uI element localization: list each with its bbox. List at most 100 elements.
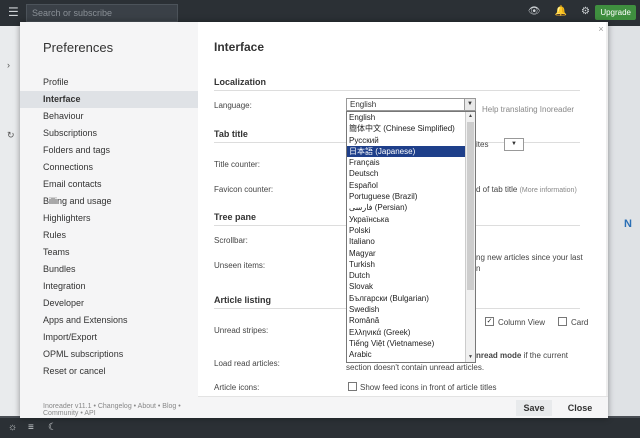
sidebar-title: Preferences: [43, 40, 114, 55]
sun-icon[interactable]: ☼: [8, 422, 17, 433]
chevron-down-icon[interactable]: ▼: [464, 99, 475, 110]
left-strip: › ↻: [0, 26, 20, 416]
section-localization: Localization: [214, 77, 267, 87]
language-option[interactable]: Українська: [347, 214, 475, 225]
help-translating-link[interactable]: Help translating Inoreader: [482, 105, 574, 114]
sidebar-item-profile[interactable]: Profile: [20, 74, 198, 91]
language-label: Language:: [214, 101, 252, 110]
right-strip: N: [608, 26, 640, 416]
sidebar-item-behaviour[interactable]: Behaviour: [20, 108, 198, 125]
sidebar-item-teams[interactable]: Teams: [20, 244, 198, 261]
language-option[interactable]: Български (Bulgarian): [347, 293, 475, 304]
sidebar-item-connections[interactable]: Connections: [20, 159, 198, 176]
language-option[interactable]: Română: [347, 315, 475, 326]
column-view-checkbox[interactable]: ✓: [485, 317, 494, 326]
sidebar-item-reset-or-cancel[interactable]: Reset or cancel: [20, 363, 198, 380]
chevron-right-icon[interactable]: ›: [7, 60, 10, 70]
language-option[interactable]: Русский: [347, 135, 475, 146]
title-counter-select[interactable]: ▼: [504, 138, 524, 151]
language-option[interactable]: Magyar: [347, 248, 475, 259]
moon-icon[interactable]: ☾: [48, 422, 57, 433]
card-checkbox[interactable]: [558, 317, 567, 326]
section-tree-pane: Tree pane: [214, 212, 257, 222]
scroll-down-icon[interactable]: ▼: [466, 353, 475, 362]
article-icons-text: Show feed icons in front of article titl…: [360, 383, 497, 392]
language-option[interactable]: Arabic: [347, 349, 475, 360]
language-options: English 簡体中文 (Chinese Simplified) Русский 日…: [347, 112, 475, 361]
sidebar-item-subscriptions[interactable]: Subscriptions: [20, 125, 198, 142]
scroll-thumb[interactable]: [467, 122, 474, 290]
language-option[interactable]: Italiano: [347, 236, 475, 247]
sidebar-item-opml-subscriptions[interactable]: OPML subscriptions: [20, 346, 198, 363]
language-option[interactable]: Polski: [347, 225, 475, 236]
scroll-up-icon[interactable]: ▲: [466, 112, 475, 121]
unseen-partial-text-2: n: [476, 264, 481, 273]
load-read-text-2: section doesn't contain unread articles.: [346, 363, 485, 372]
language-option[interactable]: Français: [347, 157, 475, 168]
sidebar-item-integration[interactable]: Integration: [20, 278, 198, 295]
sidebar-item-interface[interactable]: Interface: [20, 91, 198, 108]
save-button[interactable]: Save: [516, 400, 552, 416]
menu-icon[interactable]: ☰: [8, 6, 20, 18]
sidebar-item-billing-and-usage[interactable]: Billing and usage: [20, 193, 198, 210]
refresh-icon[interactable]: ↻: [7, 130, 15, 141]
language-option[interactable]: 日本語 (Japanese): [347, 145, 475, 158]
content-scrollbar[interactable]: [606, 22, 608, 396]
sidebar-item-rules[interactable]: Rules: [20, 227, 198, 244]
sidebar-item-email-contacts[interactable]: Email contacts: [20, 176, 198, 193]
sidebar-nav: Profile Interface Behaviour Subscriptions Fo…: [20, 74, 198, 380]
preferences-modal: × Preferences Profile Interface Behaviour S…: [20, 22, 608, 418]
scrollbar-label: Scrollbar:: [214, 236, 248, 245]
card-label: Card: [571, 318, 589, 327]
language-option[interactable]: Deutsch: [347, 168, 475, 179]
sidebar-item-apps-and-extensions[interactable]: Apps and Extensions: [20, 312, 198, 329]
sidebar-item-folders-and-tags[interactable]: Folders and tags: [20, 142, 198, 159]
language-option[interactable]: Tiếng Việt (Vietnamese): [347, 338, 475, 349]
language-option[interactable]: Swedish: [347, 304, 475, 315]
unread-stripes-label: Unread stripes:: [214, 326, 269, 335]
sidebar-item-highlighters[interactable]: Highlighters: [20, 210, 198, 227]
bell-icon[interactable]: 🔔: [555, 6, 567, 17]
language-option[interactable]: فارسی (Persian): [347, 202, 475, 213]
sidebar-item-import-export[interactable]: Import/Export: [20, 329, 198, 346]
language-select[interactable]: English ▼: [346, 98, 476, 111]
divider: [214, 90, 580, 91]
bottom-bar: ☼ ≡ ☾: [0, 418, 640, 438]
column-view-label: Column View: [498, 318, 545, 327]
language-option[interactable]: 簡体中文 (Chinese Simplified): [347, 123, 475, 134]
article-icons-checkbox[interactable]: [348, 382, 357, 391]
close-button[interactable]: Close: [562, 400, 598, 416]
eye-icon[interactable]: 👁: [528, 6, 541, 17]
top-icons: 👁 🔔 ⚙: [528, 6, 590, 17]
page-title: Interface: [214, 40, 265, 54]
search-input[interactable]: Search or subscribe: [26, 4, 178, 22]
language-select-value: English: [350, 100, 377, 109]
language-option[interactable]: Slovak: [347, 281, 475, 292]
modal-footer: Save Close: [198, 396, 608, 418]
title-counter-label: Title counter:: [214, 160, 260, 169]
dropdown-scrollbar[interactable]: ▲ ▼: [465, 112, 475, 362]
language-option[interactable]: English: [347, 112, 475, 123]
language-option[interactable]: Turkish: [347, 259, 475, 270]
unseen-partial-text: ng new articles since your last: [476, 253, 583, 262]
list-icon[interactable]: ≡: [28, 422, 34, 433]
favicon-counter-label: Favicon counter:: [214, 185, 274, 194]
language-option[interactable]: Ελληνικά (Greek): [347, 327, 475, 338]
preferences-sidebar: Preferences Profile Interface Behaviour Sub…: [20, 22, 198, 418]
sidebar-item-developer[interactable]: Developer: [20, 295, 198, 312]
language-dropdown-list: English 簡体中文 (Chinese Simplified) Русский 日…: [346, 111, 476, 363]
upgrade-button[interactable]: Upgrade: [595, 5, 636, 20]
sidebar-item-bundles[interactable]: Bundles: [20, 261, 198, 278]
article-icons-label: Article icons:: [214, 383, 260, 392]
interface-content: Interface Localization Language: English…: [214, 22, 608, 396]
footer-links[interactable]: Inoreader v11.1 • Changelog • About • Bl…: [43, 403, 198, 417]
load-read-rest: if the current: [521, 351, 569, 360]
language-option[interactable]: Portuguese (Brazil): [347, 191, 475, 202]
unread-mode-text: nread mode: [476, 351, 522, 360]
language-option[interactable]: Dutch: [347, 270, 475, 281]
section-tab-title: Tab title: [214, 129, 248, 139]
language-option[interactable]: Español: [347, 180, 475, 191]
more-information-link[interactable]: (More information): [520, 187, 577, 194]
favicon-counter-partial-text: d of tab title (More information): [476, 185, 577, 194]
gear-icon[interactable]: ⚙: [581, 6, 590, 17]
